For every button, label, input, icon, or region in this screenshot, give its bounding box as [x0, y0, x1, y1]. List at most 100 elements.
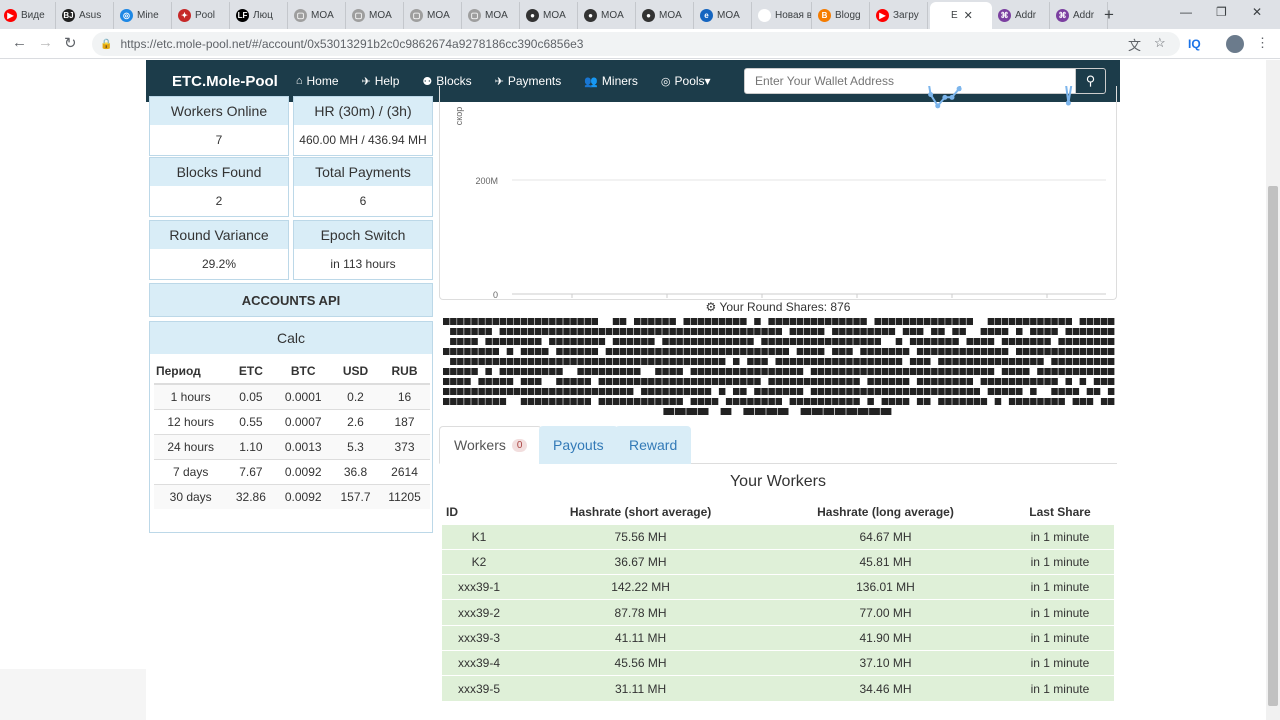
share-cell [1079, 318, 1087, 325]
share-cell [895, 318, 903, 325]
worker-row[interactable]: xxx39-2 87.78 MH 77.00 MH in 1 minute [442, 599, 1114, 626]
browser-tab[interactable]: ● MOA [522, 2, 578, 29]
stat-round-variance: Round Variance 29.2% [149, 220, 289, 280]
worker-row[interactable]: xxx39-4 45.56 MH 37.10 MH in 1 minute [442, 649, 1114, 676]
browser-tab[interactable]: ▶ Загру [872, 2, 928, 29]
share-cell [834, 408, 846, 415]
stat-value: 7 [215, 133, 223, 147]
back-icon[interactable]: ← [12, 34, 27, 51]
share-cell [796, 388, 804, 395]
share-cell [733, 328, 740, 335]
share-cell [846, 388, 853, 395]
browser-tab[interactable]: ● MOA [638, 2, 694, 29]
share-cell [464, 338, 471, 345]
share-cell [598, 358, 606, 365]
share-cell [499, 318, 507, 325]
worker-row[interactable]: K2 36.67 MH 45.81 MH in 1 minute [442, 548, 1114, 575]
worker-row[interactable]: xxx39-1 142.22 MH 136.01 MH in 1 minute [442, 574, 1114, 600]
accounts-api-button[interactable]: ACCOUNTS API [149, 283, 433, 317]
share-cell [839, 388, 846, 395]
extension-iq[interactable]: IQ [1188, 37, 1201, 51]
minimize-icon[interactable]: — [1180, 5, 1192, 19]
worker-row[interactable]: xxx39-5 31.11 MH 34.46 MH in 1 minute [442, 675, 1114, 702]
share-cell [803, 338, 811, 345]
share-cell [598, 368, 606, 375]
browser-tab[interactable]: ⌘ Addr [1052, 2, 1108, 29]
share-cell [1016, 388, 1023, 395]
menu-dots-icon[interactable]: ⋮ [1256, 35, 1269, 51]
browser-tab[interactable]: ● MOA [580, 2, 636, 29]
share-cell [740, 388, 747, 395]
worker-cell: in 1 minute [1005, 624, 1114, 651]
translate-icon[interactable]: 文 [1128, 35, 1141, 54]
scrollbar-thumb[interactable] [1268, 186, 1278, 706]
profile-avatar[interactable] [1226, 35, 1244, 53]
share-cell [535, 388, 542, 395]
close-tab-icon[interactable]: ✕ [964, 9, 973, 22]
browser-tab[interactable]: ◎ Mine [116, 2, 172, 29]
share-cell [924, 348, 931, 355]
tab-payouts[interactable]: Payouts [539, 426, 618, 464]
maximize-icon[interactable]: ❐ [1216, 5, 1227, 19]
address-bar[interactable]: 🔒 https://etc.mole-pool.net/#/account/0x… [92, 32, 1180, 56]
share-cell [549, 398, 556, 405]
browser-tab[interactable]: LF Люц [232, 2, 288, 29]
share-cell [959, 398, 966, 405]
share-cell [1072, 358, 1080, 365]
site-brand[interactable]: ETC.Mole-Pool [172, 73, 278, 90]
share-cell [669, 338, 676, 345]
share-cell [853, 368, 860, 375]
share-cell [655, 318, 662, 325]
share-cell [959, 388, 966, 395]
share-cell [605, 378, 613, 385]
share-cell [1001, 338, 1009, 345]
share-cell [1107, 398, 1115, 405]
worker-cell: 41.11 MH [516, 624, 766, 651]
worker-cell: in 1 minute [1005, 675, 1114, 702]
share-cell [1051, 358, 1058, 365]
page-scrollbar[interactable] [1266, 60, 1280, 720]
close-window-icon[interactable]: ✕ [1252, 5, 1262, 19]
worker-row[interactable]: xxx39-3 41.11 MH 41.90 MH in 1 minute [442, 624, 1114, 651]
forward-icon[interactable]: → [38, 34, 53, 51]
browser-tab-label: Новая вк [775, 10, 812, 21]
tab-reward[interactable]: Reward [615, 426, 692, 464]
share-cell [1100, 318, 1108, 325]
browser-tab[interactable]: ✦ Pool [174, 2, 230, 29]
browser-tab[interactable]: ▢ MOA [290, 2, 346, 29]
share-cell [697, 388, 705, 395]
favicon-icon: ✦ [178, 9, 191, 22]
browser-tab[interactable]: BJ Asus [58, 2, 114, 29]
worker-cell: xxx39-3 [442, 624, 517, 651]
share-cell [549, 388, 556, 395]
share-cell [464, 348, 471, 355]
share-cell [443, 348, 450, 355]
share-cell [775, 398, 782, 405]
browser-tab[interactable]: ▢ MOA [464, 2, 520, 29]
browser-tab[interactable]: E ✕ [930, 2, 992, 29]
nav-item-help[interactable]: ✈ Help [362, 74, 400, 88]
tab-workers[interactable]: Workers 0 [439, 426, 543, 464]
browser-tab[interactable]: ▶ Виде [0, 2, 56, 29]
share-cell [619, 328, 627, 335]
share-cell [1058, 318, 1065, 325]
share-cell [711, 328, 719, 335]
browser-tab[interactable]: ▢ MOA [406, 2, 462, 29]
browser-tab[interactable]: ▢ MOA [348, 2, 404, 29]
calc-cell: 24 hours [154, 433, 228, 459]
new-tab-button[interactable]: + [1104, 5, 1114, 25]
share-cell [916, 398, 924, 405]
share-cell [556, 348, 563, 355]
browser-tab[interactable]: e MOA [696, 2, 752, 29]
browser-tab[interactable]: ⌘ Addr [994, 2, 1050, 29]
worker-row[interactable]: K1 75.56 MH 64.67 MH in 1 minute [442, 523, 1114, 550]
bookmark-star-icon[interactable]: ☆ [1154, 35, 1166, 51]
browser-tab[interactable]: B Blogg [814, 2, 870, 29]
nav-item-home[interactable]: ⌂ Home [296, 74, 339, 88]
share-cell [902, 348, 910, 355]
share-cell [796, 378, 804, 385]
share-cell [810, 388, 818, 395]
browser-tab[interactable]: Новая вк [754, 2, 812, 29]
share-cell [443, 368, 450, 375]
reload-icon[interactable]: ↻ [64, 34, 77, 52]
